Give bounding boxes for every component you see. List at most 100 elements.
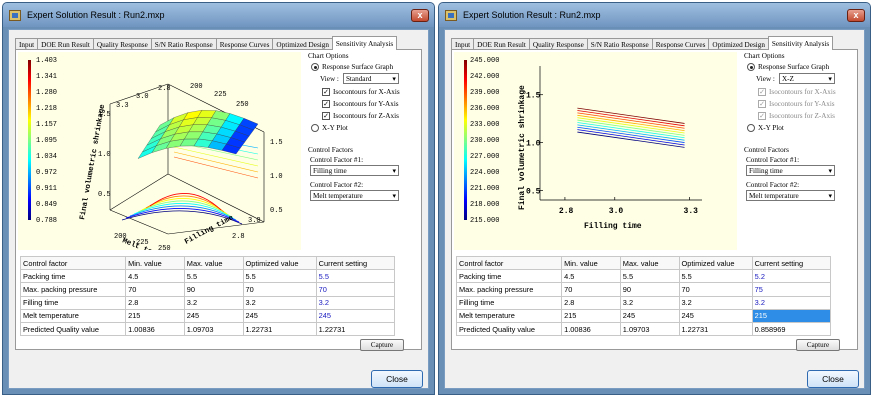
table-cell: 3.2 [678, 295, 753, 310]
colorbar-tick-label: 239.000 [470, 89, 499, 97]
current-setting-cell[interactable]: 70 [315, 282, 396, 297]
contour-line [577, 110, 685, 127]
control-factor-1-select[interactable]: Filling time [310, 165, 399, 176]
isocontour-x-checkbox[interactable]: ✓ Isocontours for X-Axis [322, 88, 408, 96]
current-setting-cell[interactable]: 215 [751, 308, 832, 323]
isocontour-x-label: Isocontours for X-Axis [333, 88, 400, 96]
response-surface-label: Response Surface Graph [322, 63, 394, 71]
current-setting-cell[interactable]: 245 [315, 308, 396, 323]
checkbox-icon: ✓ [322, 100, 330, 108]
colorbar-tick-label: 245.000 [470, 57, 499, 65]
table-cell: 1.00836 [125, 321, 185, 337]
current-setting-cell: 1.22731 [315, 321, 396, 337]
table-cell: Melt temperature [19, 308, 127, 323]
table-cell: 70 [242, 282, 317, 297]
isocontour-y-label: Isocontours for Y-Axis [769, 100, 835, 108]
colorbar-tick-label: 1.034 [36, 153, 57, 161]
view-select[interactable]: X-Z [778, 73, 835, 84]
table-cell: 1.22731 [678, 321, 753, 337]
xy-plot-radio[interactable]: X-Y Plot [311, 124, 408, 132]
isocontour-z-checkbox[interactable]: ✓ Isocontours for Z-Axis [322, 112, 408, 120]
window-right: Expert Solution Result : Run2.mxp x Inpu… [438, 2, 871, 395]
view-select[interactable]: Standard [342, 73, 399, 84]
column-header: Max. value [619, 255, 680, 271]
right-tick-label: 1.5 [270, 139, 283, 147]
colorbar-tick-label: 227.000 [470, 153, 499, 161]
y-tick-label: 0.5 [526, 187, 541, 196]
top-tick-label: 2.8 [158, 85, 171, 93]
checkbox-icon: ✓ [322, 88, 330, 96]
wall-contour [173, 156, 259, 179]
table-cell: Filling time [455, 295, 563, 310]
isocontour-y-checkbox[interactable]: ✓ Isocontours for Y-Axis [322, 100, 408, 108]
colorbar [464, 60, 467, 220]
y-tick-label: 1.5 [526, 92, 541, 101]
app-icon [9, 10, 21, 21]
y-axis-label: Filling time [184, 214, 236, 247]
title-bar[interactable]: Expert Solution Result : Run2.mxp x [439, 3, 870, 27]
tab-sensitivity-analysis[interactable]: Sensitivity Analysis [331, 36, 398, 50]
title-bar[interactable]: Expert Solution Result : Run2.mxp x [3, 3, 434, 27]
current-setting-cell[interactable]: 3.2 [315, 295, 396, 310]
control-factors-title: Control Factors [308, 146, 353, 154]
radio-unselected-icon [747, 124, 755, 132]
column-header: Min. value [561, 255, 621, 271]
isocontour-x-checkbox[interactable]: ✓ Isocontours for X-Axis [758, 88, 844, 96]
table-cell: Max. packing pressure [19, 282, 127, 297]
response-surface-radio[interactable]: Response Surface Graph [747, 63, 844, 71]
response-surface-radio[interactable]: Response Surface Graph [311, 63, 408, 71]
isocontour-y-label: Isocontours for Y-Axis [333, 100, 399, 108]
view-label: View : [756, 74, 775, 83]
capture-button[interactable]: Capture [360, 339, 404, 351]
control-factor-1-select[interactable]: Filling time [746, 165, 835, 176]
y-axis-label: Final volumetric shrinkage [518, 85, 527, 210]
control-factor-2-select[interactable]: Melt temperature [746, 190, 835, 201]
close-button[interactable]: Close [371, 370, 423, 388]
column-header: Min. value [125, 255, 185, 271]
current-setting-cell[interactable]: 3.2 [751, 295, 832, 310]
table-cell: Melt temperature [455, 308, 563, 323]
window-close-button[interactable]: x [411, 9, 429, 22]
tab-sensitivity-analysis[interactable]: Sensitivity Analysis [767, 36, 834, 50]
colorbar-tick-label: 221.000 [470, 185, 499, 193]
table-cell: Filling time [19, 295, 127, 310]
window-close-button[interactable]: x [847, 9, 865, 22]
isocontour-y-checkbox[interactable]: ✓ Isocontours for Y-Axis [758, 100, 844, 108]
x-tick-label: 250 [158, 245, 171, 250]
contour-line [577, 119, 685, 136]
tab-strip: Input DOE Run Result Quality Response S/N R… [15, 36, 398, 50]
colorbar-tick-label: 242.000 [470, 73, 499, 81]
table-cell: 5.5 [678, 269, 753, 284]
table-cell: 90 [619, 282, 680, 297]
capture-button[interactable]: Capture [796, 339, 840, 351]
contour-line [577, 126, 685, 143]
sensitivity-analysis-panel: 245.000 242.000 239.000 236.000 233.000 230.0… [451, 49, 858, 351]
current-setting-cell[interactable]: 5.5 [315, 269, 396, 284]
control-factor-2-label: Control Factor #2: [746, 181, 800, 189]
view-label: View : [320, 74, 339, 83]
table-cell: 1.09703 [183, 321, 244, 337]
y-tick-label: 2.8 [232, 233, 245, 241]
control-factor-1-label: Control Factor #1: [746, 156, 800, 164]
current-setting-cell[interactable]: 75 [751, 282, 832, 297]
table-cell: Predicted Quality value [455, 321, 563, 337]
chart-area[interactable]: 1.403 1.341 1.280 1.218 1.157 1.095 1.034 0.972… [18, 52, 301, 250]
table-cell: 3.2 [242, 295, 317, 310]
top-tick-label: 225 [214, 91, 227, 99]
colorbar-tick-label: 236.000 [470, 105, 499, 113]
z-tick-label: 0.5 [98, 191, 111, 199]
chart-area[interactable]: 245.000 242.000 239.000 236.000 233.000 230.0… [454, 52, 737, 250]
z-tick-label: 1.0 [98, 151, 111, 159]
control-factor-2-select[interactable]: Melt temperature [310, 190, 399, 201]
xy-plot-radio[interactable]: X-Y Plot [747, 124, 844, 132]
window-title: Expert Solution Result : Run2.mxp [463, 10, 601, 20]
x-axis-label: Filling time [584, 222, 642, 231]
dialog-client: Input DOE Run Result Quality Response S/N R… [444, 29, 865, 389]
y-tick-label: 1.0 [526, 140, 541, 149]
current-setting-cell[interactable]: 5.2 [751, 269, 832, 284]
control-factors-title: Control Factors [744, 146, 789, 154]
close-button[interactable]: Close [807, 370, 859, 388]
isocontour-z-checkbox[interactable]: ✓ Isocontours for Z-Axis [758, 112, 844, 120]
table-cell: 1.22731 [242, 321, 317, 337]
table-cell: 245 [242, 308, 317, 323]
